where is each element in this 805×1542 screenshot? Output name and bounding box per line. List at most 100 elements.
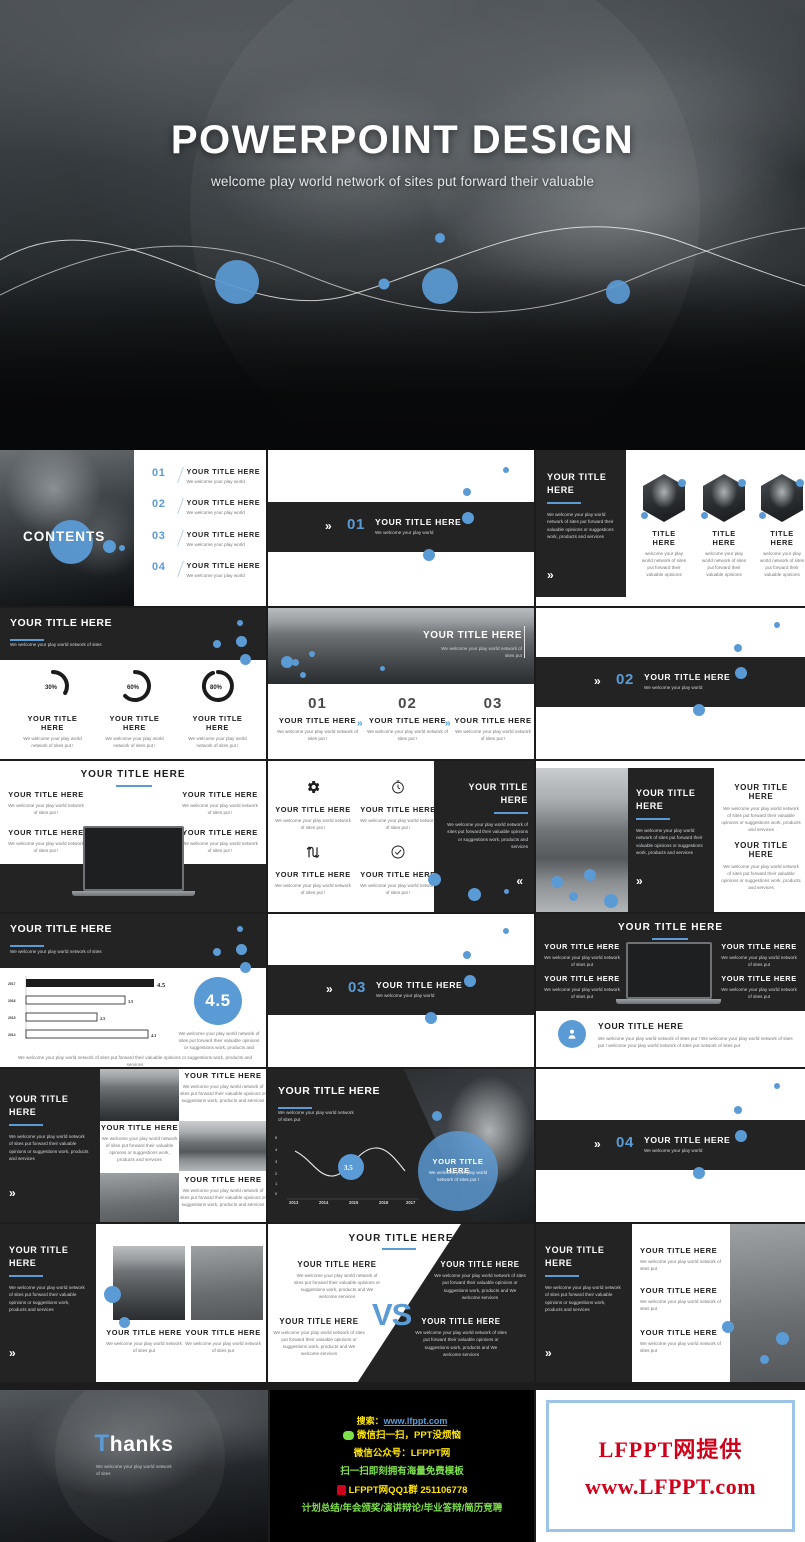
slide-team[interactable]: YOUR TITLE HERE We welcome your play wor… <box>536 450 805 608</box>
divider-number: 03 <box>348 979 366 996</box>
photo-panel-right-item-1[interactable]: YOUR TITLE HERE We welcome your play wor… <box>721 783 801 833</box>
arrows-loop-icon <box>306 846 320 859</box>
slide-section-01[interactable]: » 01 YOUR TITLE HERE We welcome your pla… <box>268 450 536 608</box>
list-item-title: YOUR TITLE HERE <box>185 1328 261 1337</box>
slide-donuts[interactable]: YOUR TITLE HERE We welcome your play wor… <box>0 608 268 761</box>
step-2[interactable]: 02 YOUR TITLE HERE We welcome your play … <box>366 695 449 742</box>
list-left-item-2[interactable]: YOUR TITLE HERE We welcome your play wor… <box>183 1328 263 1354</box>
chevron-right-icon[interactable]: » <box>636 874 643 888</box>
qq-icon <box>336 1485 346 1495</box>
laptop-light-item-3[interactable]: YOUR TITLE HERE We welcome your play wor… <box>6 828 86 854</box>
chevron-right-icon[interactable]: » <box>547 568 554 582</box>
donut-item-desc: We welcome your play world network of si… <box>23 736 82 749</box>
chevron-right-icon[interactable]: » <box>9 1346 16 1360</box>
photo-panel-dot-4 <box>604 894 618 908</box>
slide-contents[interactable]: CONTENTS 01 YOUR TITLE HERE We welcome y… <box>0 450 268 608</box>
step-3[interactable]: 03 YOUR TITLE HERE We welcome your play … <box>453 695 533 742</box>
line-overlay-desc: We welcome your play world network of si… <box>428 1170 488 1183</box>
item-desc: We welcome your play world network of si… <box>8 841 84 854</box>
photo-panel-title: YOUR TITLE HERE <box>636 788 696 812</box>
slide-section-03[interactable]: » 03 YOUR TITLE HERE We welcome your pla… <box>268 914 536 1069</box>
slide-laptop-dark[interactable]: YOUR TITLE HERE YOUR TITLE HERE We welco… <box>536 914 805 1069</box>
contents-item-number: 03 <box>152 530 166 542</box>
slide-list-photos-left[interactable]: YOUR TITLE HERE We welcome your play wor… <box>0 1224 268 1384</box>
list-right-item-2[interactable]: YOUR TITLE HERE We welcome your play wor… <box>640 1286 724 1312</box>
icon-item-2[interactable]: YOUR TITLE HERE We welcome your play wor… <box>358 779 438 831</box>
slide-list-photos-right[interactable]: YOUR TITLE HERE We welcome your play wor… <box>536 1224 805 1384</box>
laptop-dark-item-1[interactable]: YOUR TITLE HERE We welcome your play wor… <box>542 942 622 969</box>
vs-quadrant-4[interactable]: YOUR TITLE HERE We welcome your play wor… <box>415 1317 507 1358</box>
item-title: YOUR TITLE HERE <box>182 828 258 837</box>
donut-item-1[interactable]: 30% YOUR TITLE HERE We welcome your play… <box>15 668 90 749</box>
slide-mosaic[interactable]: YOUR TITLE HERE We welcome your play wor… <box>0 1069 268 1224</box>
divider-dot-3 <box>735 1130 747 1142</box>
step-1[interactable]: 01 YOUR TITLE HERE We welcome your play … <box>276 695 359 742</box>
contents-item-2[interactable]: 02 YOUR TITLE HERE We welcome your play … <box>152 498 260 516</box>
promo-brand-line-1: LFPPT网提供 <box>598 1437 743 1462</box>
vs-quadrant-3[interactable]: YOUR TITLE HERE We welcome your play wor… <box>273 1317 365 1357</box>
team-member-1[interactable]: TITLE HERE welcome your play world netwo… <box>640 474 688 578</box>
slide-vs[interactable]: YOUR TITLE HERE YOUR TITLE HERE We welco… <box>268 1224 536 1384</box>
slide-section-04[interactable]: » 04 YOUR TITLE HERE We welcome your pla… <box>536 1069 805 1224</box>
list-right-item-3[interactable]: YOUR TITLE HERE We welcome your play wor… <box>640 1328 724 1354</box>
team-member-3[interactable]: TITLE HERE welcome your play world netwo… <box>758 474 805 578</box>
svg-text:2: 2 <box>275 1171 278 1176</box>
contents-item-1[interactable]: 01 YOUR TITLE HERE We welcome your play … <box>152 467 260 485</box>
laptop-dark-item-2[interactable]: YOUR TITLE HERE We welcome your play wor… <box>719 942 799 969</box>
slide-steps[interactable]: YOUR TITLE HERE We welcome your play wor… <box>268 608 536 761</box>
mosaic-card-2[interactable]: YOUR TITLE HERE We welcome your play wor… <box>100 1123 179 1163</box>
laptop-light-item-4[interactable]: YOUR TITLE HERE We welcome your play wor… <box>180 828 260 854</box>
laptop-base <box>616 999 721 1004</box>
slide-bar-chart[interactable]: YOUR TITLE HERE We welcome your play wor… <box>0 914 268 1069</box>
item-desc: We welcome your play world network of si… <box>182 841 258 854</box>
slide-laptop-light[interactable]: YOUR TITLE HERE YOUR TITLE HERE We welco… <box>0 761 268 914</box>
promo-info-block: 搜索：www.lfppt.com 微信扫一扫，PPT没烦恼 微信公众号：LFPP… <box>268 1390 536 1542</box>
slide-thanks[interactable]: Thanks We welcome your play world networ… <box>0 1390 268 1542</box>
contents-item-3[interactable]: 03 YOUR TITLE HERE We welcome your play … <box>152 530 260 548</box>
laptop-dark-item-3[interactable]: YOUR TITLE HERE We welcome your play wor… <box>542 974 622 1001</box>
slide-line-chart[interactable]: YOUR TITLE HERE We welcome your play wor… <box>268 1069 536 1224</box>
list-right-item-1[interactable]: YOUR TITLE HERE We welcome your play wor… <box>640 1246 724 1272</box>
team-title: YOUR TITLE HERE <box>547 472 607 496</box>
gear-icon <box>308 781 320 793</box>
mosaic-card-3[interactable]: YOUR TITLE HERE We welcome your play wor… <box>179 1175 266 1208</box>
steps-hero-rule <box>524 626 525 658</box>
laptop-light-item-1[interactable]: YOUR TITLE HERE We welcome your play wor… <box>6 790 86 816</box>
slide-section-02[interactable]: » 02 YOUR TITLE HERE We welcome your pla… <box>536 608 805 761</box>
contents-item-number: 02 <box>152 498 166 510</box>
bar-subtitle: We welcome your play world network of si… <box>10 949 102 954</box>
team-member-desc: welcome your play world network of sites… <box>641 551 687 578</box>
promo-search-url[interactable]: www.lfppt.com <box>384 1416 448 1426</box>
laptop-dark-item-4[interactable]: YOUR TITLE HERE We welcome your play wor… <box>719 974 799 1001</box>
icon-item-1[interactable]: YOUR TITLE HERE We welcome your play wor… <box>273 779 353 831</box>
slide-photo-panel[interactable]: YOUR TITLE HERE We welcome your play wor… <box>536 761 805 914</box>
promo-qq-text: LFPPT网QQ1群 251106778 <box>348 1484 468 1496</box>
chevron-right-icon[interactable]: » <box>9 1186 16 1200</box>
chevron-right-icon: » <box>325 519 332 533</box>
donut-item-2[interactable]: 60% YOUR TITLE HERE We welcome your play… <box>97 668 172 749</box>
slide-icons[interactable]: YOUR TITLE HERE We welcome your play wor… <box>268 761 536 914</box>
bar-footer-note: We welcome your play world network of si… <box>17 1055 253 1068</box>
mosaic-card-1[interactable]: YOUR TITLE HERE We welcome your play wor… <box>179 1071 266 1104</box>
list-left-item-1[interactable]: YOUR TITLE HERE We welcome your play wor… <box>104 1328 184 1354</box>
vs-quadrant-1[interactable]: YOUR TITLE HERE We welcome your play wor… <box>292 1260 382 1300</box>
svg-text:2017: 2017 <box>8 982 16 986</box>
chevron-right-icon: » <box>326 982 333 996</box>
team-member-2[interactable]: TITLE HERE welcome your play world netwo… <box>700 474 748 578</box>
icon-item-3[interactable]: YOUR TITLE HERE We welcome your play wor… <box>273 844 353 896</box>
vs-quadrant-2[interactable]: YOUR TITLE HERE We welcome your play wor… <box>434 1260 526 1301</box>
steps-hero-desc: We welcome your play world network of si… <box>441 646 522 659</box>
divider-dot-1 <box>503 928 509 934</box>
contents-item-4[interactable]: 04 YOUR TITLE HERE We welcome your play … <box>152 561 260 579</box>
laptop-light-item-2[interactable]: YOUR TITLE HERE We welcome your play wor… <box>180 790 260 816</box>
contents-item-title: YOUR TITLE HERE <box>186 467 261 476</box>
icon-item-4[interactable]: YOUR TITLE HERE We welcome your play wor… <box>358 844 438 896</box>
chevron-right-icon[interactable]: » <box>545 1346 552 1360</box>
team-member-desc: welcome your play world network of sites… <box>701 551 747 578</box>
donut-item-3[interactable]: 80% YOUR TITLE HERE We welcome your play… <box>180 668 255 749</box>
chevron-left-icon[interactable]: « <box>516 874 523 888</box>
photo-panel-right-item-2[interactable]: YOUR TITLE HERE We welcome your play wor… <box>721 841 801 891</box>
icon-item-desc: We welcome your play world network of si… <box>360 883 436 896</box>
line-title: YOUR TITLE HERE <box>278 1085 381 1097</box>
slide-row-3: YOUR TITLE HERE YOUR TITLE HERE We welco… <box>0 761 805 914</box>
